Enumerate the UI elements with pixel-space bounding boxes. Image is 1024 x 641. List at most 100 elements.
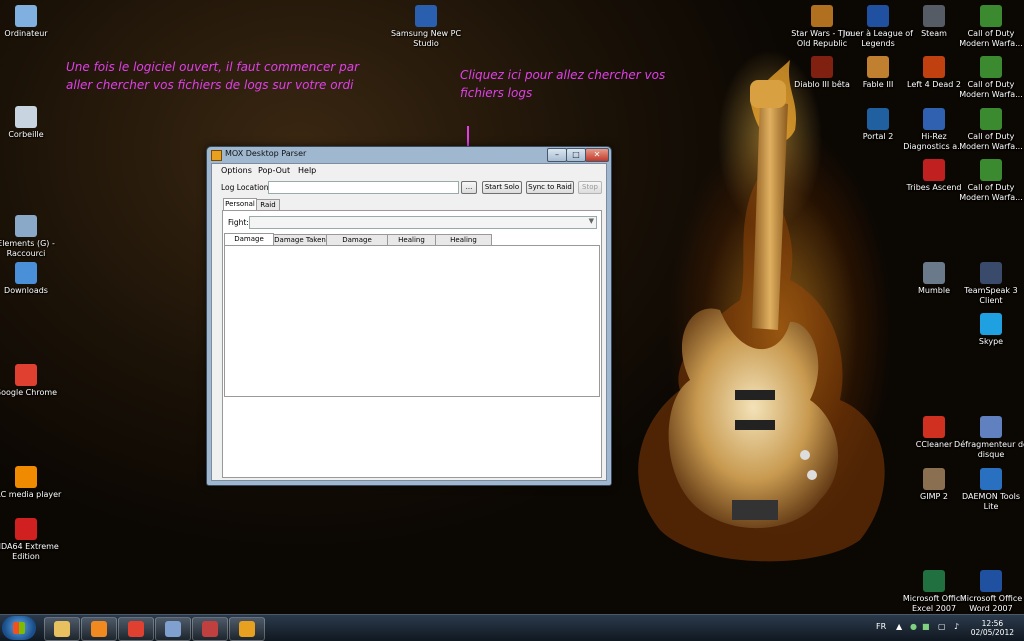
desktop-icon-cod-2[interactable]: Call of Duty Modern Warfa... (954, 56, 1024, 100)
damage-dealt-panel (224, 245, 600, 397)
stop-button[interactable]: Stop (578, 181, 602, 194)
clock[interactable]: 12:56 02/05/2012 (971, 619, 1014, 637)
start-button[interactable] (2, 616, 36, 640)
desktop-icon-vlc[interactable]: VLC media player (0, 466, 63, 500)
daemon-tools-icon (980, 468, 1002, 490)
desktop-icon-label: Microsoft Office Word 2007 (959, 594, 1023, 613)
taskbar-app-game-app[interactable] (192, 617, 228, 641)
desktop-icon-folder-shortcut[interactable]: Downloads (0, 262, 63, 296)
swtor-icon (811, 5, 833, 27)
instruction-annotation-right-line1: Cliquez ici pour allez chercher vos (460, 68, 666, 82)
log-location-input[interactable] (268, 181, 459, 194)
menu-help[interactable]: Help (298, 166, 316, 175)
tribes-icon (923, 159, 945, 181)
window-client-area: Options Pop-Out Help Log Location: ... S… (211, 163, 607, 481)
app-icon (211, 150, 222, 161)
minimize-button[interactable]: – (547, 148, 567, 162)
desktop-icon-aida64[interactable]: AIDA64 Extreme Edition (0, 518, 63, 562)
media-player-icon (91, 621, 107, 637)
cod-icon-3 (980, 108, 1002, 130)
taskbar-app-media-player[interactable] (81, 617, 117, 641)
taskbar-app-mox-parser[interactable] (229, 617, 265, 641)
folder-shortcut-icon (15, 262, 37, 284)
hirez-icon (923, 108, 945, 130)
fight-label: Fight: (228, 218, 249, 227)
desktop-icon-word[interactable]: Microsoft Office Word 2007 (954, 570, 1024, 614)
desktop-icon-label: TeamSpeak 3 Client (964, 286, 1018, 305)
desktop-icon-computer[interactable]: Ordinateur (0, 5, 63, 39)
desktop-icon-label: DAEMON Tools Lite (962, 492, 1020, 511)
computer-icon (15, 5, 37, 27)
desktop-icon-samsung-pc-studio[interactable]: Samsung New PC Studio (389, 5, 463, 49)
explorer-icon (54, 621, 70, 637)
desktop-icon-label: Défragmenteur de disque (954, 440, 1024, 459)
steam-icon (923, 5, 945, 27)
volume-icon[interactable]: ♪ (954, 622, 959, 631)
taskbar: FR ▲ ● ■ ▢ ♪ 12:56 02/05/2012 (0, 614, 1024, 641)
mumble-icon (923, 262, 945, 284)
log-location-label: Log Location: (221, 183, 272, 192)
menu-options[interactable]: Options (221, 166, 252, 175)
desktop-icon-cod-4[interactable]: Call of Duty Modern Warfa... (954, 159, 1024, 203)
windows-logo-icon (13, 622, 25, 634)
window-title: MOX Desktop Parser (225, 149, 307, 158)
menu-pop-out[interactable]: Pop-Out (258, 166, 290, 175)
personal-tab-panel: Fight: ▼ Damage Dealt Damage Taken Damag… (222, 210, 602, 478)
desktop-icon-label: Ordinateur (4, 29, 48, 38)
language-indicator[interactable]: FR (876, 622, 886, 631)
desktop-icon-skype[interactable]: Skype (954, 313, 1024, 347)
start-solo-button[interactable]: Start Solo (482, 181, 522, 194)
clock-time: 12:56 (981, 619, 1004, 628)
taskbar-app-chrome[interactable] (118, 617, 154, 641)
mox-parser-icon (239, 621, 255, 637)
skype-icon (980, 313, 1002, 335)
close-button[interactable]: ✕ (585, 148, 609, 162)
desktop-icon-teamspeak[interactable]: TeamSpeak 3 Client (954, 262, 1024, 306)
desktop-icon-label: Call of Duty Modern Warfa... (959, 132, 1023, 151)
defrag-icon (980, 416, 1002, 438)
chrome-icon (128, 621, 144, 637)
fable-icon (867, 56, 889, 78)
teamspeak-icon (980, 262, 1002, 284)
instruction-annotation-left-line1: Une fois le logiciel ouvert, il faut com… (66, 60, 359, 74)
taskbar-app-explorer[interactable] (44, 617, 80, 641)
aida64-icon (15, 518, 37, 540)
lol-icon (867, 5, 889, 27)
title-bar[interactable]: MOX Desktop Parser – □ ✕ (207, 147, 611, 163)
desktop-icon-cod-3[interactable]: Call of Duty Modern Warfa... (954, 108, 1024, 152)
instruction-annotation-left: Une fois le logiciel ouvert, il faut com… (66, 58, 406, 94)
desktop-icon-label: AIDA64 Extreme Edition (0, 542, 59, 561)
sync-to-raid-button[interactable]: Sync to Raid (526, 181, 574, 194)
excel-icon (923, 570, 945, 592)
taskbar-app-paint[interactable] (155, 617, 191, 641)
menu-bar: Options Pop-Out Help (212, 164, 606, 178)
tray-icon-2[interactable]: ■ (922, 622, 930, 631)
tray-icon-1[interactable]: ● (910, 622, 917, 631)
samsung-pc-studio-icon (415, 5, 437, 27)
cod-icon-1 (980, 5, 1002, 27)
recycle-bin-icon (15, 106, 37, 128)
log-location-value (269, 183, 271, 191)
mox-desktop-parser-window[interactable]: MOX Desktop Parser – □ ✕ Options Pop-Out… (206, 146, 612, 486)
desktop-icon-recycle-bin[interactable]: Corbeille (0, 106, 63, 140)
chrome-icon (15, 364, 37, 386)
desktop-icon-defrag[interactable]: Défragmenteur de disque (954, 416, 1024, 460)
desktop-icon-daemon-tools[interactable]: DAEMON Tools Lite (954, 468, 1024, 512)
fight-select-value (250, 218, 252, 226)
instruction-annotation-left-line2: aller chercher vos fichiers de logs sur … (66, 78, 354, 92)
cod-icon-2 (980, 56, 1002, 78)
desktop-icon-chrome[interactable]: Google Chrome (0, 364, 63, 398)
vlc-icon (15, 466, 37, 488)
browse-logs-button[interactable]: ... (461, 181, 477, 194)
portal-icon (867, 108, 889, 130)
tray-chevron-up-icon[interactable]: ▲ (896, 622, 902, 631)
desktop-icon-cod-1[interactable]: Call of Duty Modern Warfa... (954, 5, 1024, 49)
drive-shortcut-icon (15, 215, 37, 237)
desktop-icon-label: Corbeille (8, 130, 44, 139)
desktop-icon-label: Samsung New PC Studio (390, 29, 462, 48)
fight-select[interactable]: ▼ (249, 216, 597, 229)
network-icon[interactable]: ▢ (938, 622, 946, 631)
desktop-icon-drive-shortcut[interactable]: Elements (G) - Raccourci (0, 215, 63, 259)
maximize-button[interactable]: □ (566, 148, 586, 162)
instruction-annotation-right: Cliquez ici pour allez chercher vos fich… (460, 66, 720, 102)
